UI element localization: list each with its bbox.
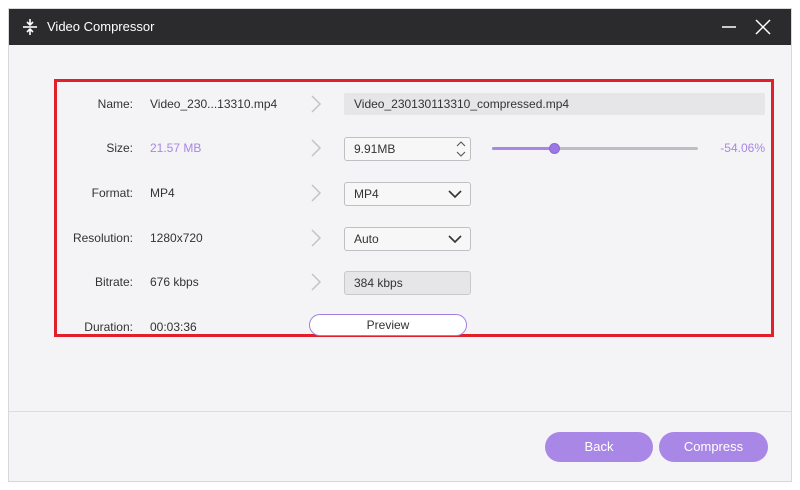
size-reduction-percent: -54.06%: [720, 141, 765, 155]
chevron-right-icon: [311, 139, 322, 157]
chevron-right-icon: [311, 229, 322, 247]
chevron-down-icon: [448, 190, 462, 199]
size-slider-fill: [492, 147, 554, 150]
compress-icon: [23, 19, 37, 35]
source-resolution-value: 1280x720: [150, 231, 203, 245]
window-title: Video Compressor: [47, 19, 155, 34]
bitrate-label: Bitrate:: [94, 275, 133, 289]
close-icon: [755, 19, 771, 35]
size-label: Size:: [106, 141, 133, 155]
source-size-value: 21.57 MB: [150, 141, 202, 155]
source-name-value: Video_230...13310.mp4: [150, 97, 278, 111]
output-size-input[interactable]: 9.91MB: [344, 137, 471, 161]
minimize-button[interactable]: [717, 15, 741, 39]
chevron-right-icon: [311, 95, 322, 113]
minimize-icon: [722, 26, 736, 28]
resolution-select[interactable]: Auto: [344, 227, 471, 251]
name-label: Name:: [97, 97, 133, 111]
format-label: Format:: [91, 186, 133, 200]
chevron-right-icon: [311, 184, 322, 202]
output-size-value: 9.91MB: [354, 142, 396, 156]
format-select[interactable]: MP4: [344, 182, 471, 206]
source-format-value: MP4: [150, 186, 175, 200]
title-bar: Video Compressor: [9, 9, 791, 45]
chevron-right-icon: [311, 273, 322, 291]
video-compressor-window: Video Compressor Name: Video_230...13310…: [8, 8, 792, 482]
back-button[interactable]: Back: [545, 432, 653, 462]
output-name-field[interactable]: Video_230130113310_compressed.mp4: [344, 93, 765, 115]
resolution-label: Resolution:: [72, 231, 133, 245]
size-slider[interactable]: [492, 143, 698, 154]
output-name-value: Video_230130113310_compressed.mp4: [354, 97, 570, 111]
compression-settings-panel: Name: Video_230...13310.mp4 Video_230130…: [54, 79, 774, 337]
source-duration-value: 00:03:36: [150, 320, 197, 334]
preview-button[interactable]: Preview: [309, 314, 467, 336]
output-bitrate-field: 384 kbps: [344, 271, 471, 295]
duration-label: Duration:: [84, 320, 133, 334]
source-bitrate-value: 676 kbps: [150, 275, 199, 289]
close-button[interactable]: [751, 15, 775, 39]
output-bitrate-value: 384 kbps: [354, 276, 403, 290]
resolution-selected-value: Auto: [354, 232, 379, 246]
footer-divider: [9, 411, 791, 412]
stepper-arrows-icon[interactable]: [456, 139, 466, 159]
format-selected-value: MP4: [354, 187, 379, 201]
compress-button[interactable]: Compress: [659, 432, 768, 462]
chevron-down-icon: [448, 235, 462, 244]
size-slider-thumb[interactable]: [548, 143, 560, 154]
